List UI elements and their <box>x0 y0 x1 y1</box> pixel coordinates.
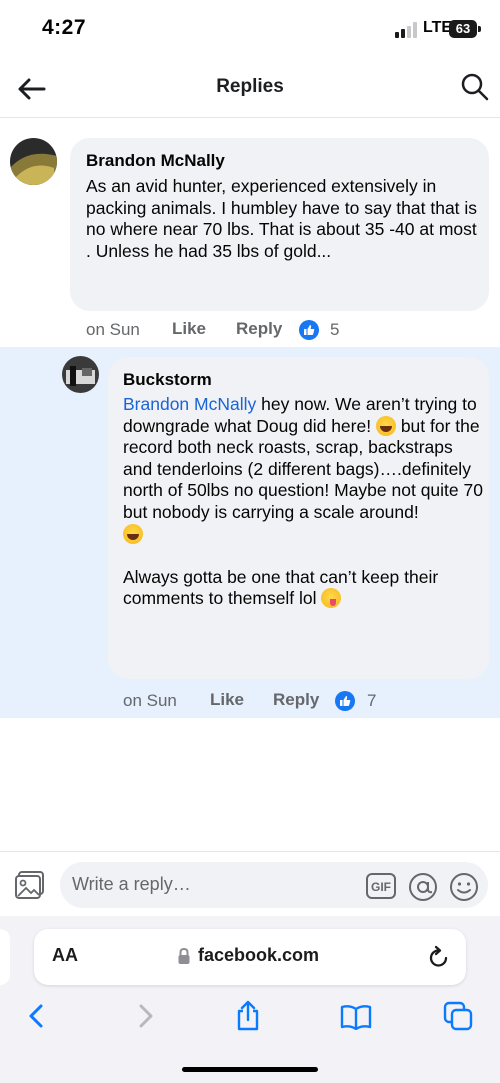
at-sign-icon[interactable] <box>408 872 438 902</box>
bookmarks-icon[interactable] <box>340 1004 372 1030</box>
winking-tongue-emoji-icon <box>321 588 342 609</box>
smiley-icon[interactable] <box>449 872 479 902</box>
reply-author[interactable]: Buckstorm <box>123 370 212 390</box>
chevron-right-icon[interactable] <box>132 1002 158 1030</box>
page-title: Replies <box>216 76 284 97</box>
reaction-count[interactable]: 7 <box>367 691 376 711</box>
search-icon[interactable] <box>460 72 490 102</box>
signal-icon <box>395 22 417 38</box>
reply-timestamp[interactable]: on Sun <box>123 691 177 711</box>
like-button[interactable]: Like <box>210 690 244 710</box>
comment-timestamp[interactable]: on Sun <box>86 320 140 340</box>
reload-icon[interactable] <box>427 944 451 970</box>
gif-label: GIF <box>371 880 391 894</box>
battery-tip <box>478 26 481 32</box>
url-text[interactable]: facebook.com <box>198 945 319 966</box>
comment-text: As an avid hunter, experienced extensive… <box>86 176 478 261</box>
mention-link[interactable]: Brandon McNally <box>123 394 256 414</box>
reply-button[interactable]: Reply <box>236 319 282 339</box>
photo-icon[interactable] <box>14 870 46 900</box>
header-divider <box>0 117 500 118</box>
reply-text-part: Always gotta be one that can’t keep thei… <box>123 566 439 609</box>
battery-icon: 63 <box>449 20 477 38</box>
laughing-emoji-icon <box>123 523 143 544</box>
reader-settings-button[interactable]: AA <box>52 945 78 966</box>
reply-text: Brandon McNally hey now. We aren’t tryin… <box>123 394 483 610</box>
previous-tab-peek[interactable] <box>0 929 10 985</box>
comment-author[interactable]: Brandon McNally <box>86 151 225 171</box>
lock-icon <box>178 947 190 964</box>
reply-input[interactable]: Write a reply… <box>72 874 191 895</box>
status-time: 4:27 <box>42 16 87 39</box>
gif-button[interactable]: GIF <box>366 873 396 899</box>
like-reaction-icon[interactable] <box>335 691 355 711</box>
laughing-emoji-icon <box>375 415 396 436</box>
tabs-icon[interactable] <box>443 1001 473 1031</box>
composer-divider <box>0 851 500 852</box>
reaction-count[interactable]: 5 <box>330 320 339 340</box>
share-icon[interactable] <box>233 1000 263 1032</box>
network-label: LTE <box>423 19 453 36</box>
chevron-left-icon[interactable] <box>24 1002 50 1030</box>
like-reaction-icon[interactable] <box>299 320 319 340</box>
avatar[interactable] <box>10 138 57 185</box>
reply-button[interactable]: Reply <box>273 690 319 710</box>
like-button[interactable]: Like <box>172 319 206 339</box>
home-indicator[interactable] <box>182 1067 318 1072</box>
avatar[interactable] <box>62 356 99 393</box>
